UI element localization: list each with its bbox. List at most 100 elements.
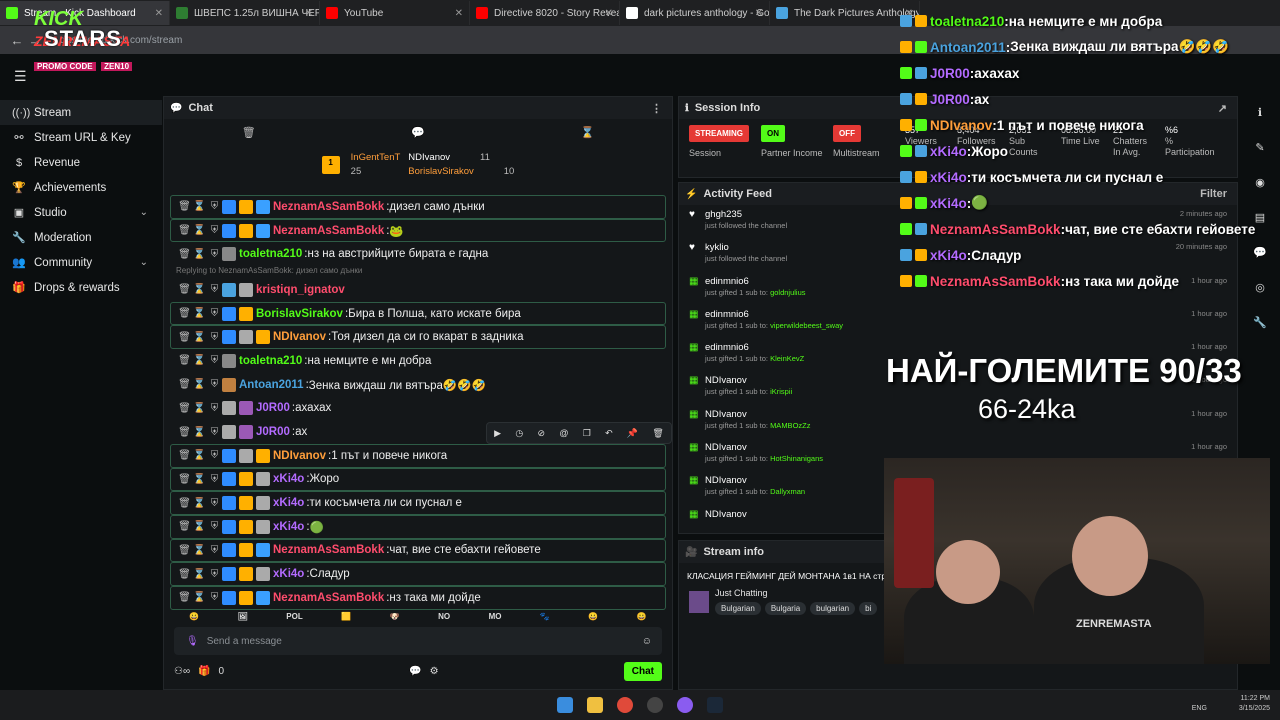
sidebar-item-stream[interactable]: ((·)) Stream: [0, 100, 162, 125]
hourglass-icon[interactable]: ⌛: [192, 450, 207, 461]
language-indicator[interactable]: ENG: [1192, 705, 1207, 712]
chrome-icon[interactable]: [617, 697, 633, 713]
hourglass-icon[interactable]: ⌛: [192, 225, 207, 236]
emoji-icon[interactable]: ☺: [642, 636, 652, 647]
hourglass-icon[interactable]: ⌛: [192, 498, 207, 509]
chat-username[interactable]: xKi4o: [273, 521, 304, 533]
trash-icon[interactable]: 🗑: [177, 379, 192, 390]
chat-username[interactable]: NDIvanov: [273, 331, 326, 343]
hourglass-icon[interactable]: ⌛: [192, 474, 207, 485]
menu-icon[interactable]: ☰: [14, 68, 27, 85]
chevron-down-icon[interactable]: ⌄: [140, 257, 148, 268]
trash-icon[interactable]: 🗑: [177, 427, 192, 438]
hourglass-icon[interactable]: ⌛: [192, 284, 207, 295]
shield-icon[interactable]: ⛨: [207, 545, 222, 556]
browser-tab[interactable]: YouTube ✕: [320, 1, 470, 25]
hourglass-icon[interactable]: ⌛: [581, 126, 595, 139]
chat-username[interactable]: Antoan2011: [239, 379, 304, 391]
shield-icon[interactable]: ⛨: [207, 592, 222, 603]
chat-username[interactable]: J0R00: [256, 426, 290, 438]
close-icon[interactable]: ✕: [305, 8, 313, 19]
close-icon[interactable]: ✕: [455, 8, 463, 19]
pin-icon[interactable]: 📌: [627, 428, 638, 439]
stream-tag[interactable]: bulgarian: [810, 602, 856, 615]
chat-message[interactable]: 🗑 ⌛ ⛨ NeznamAsSamBokk: чат, вие сте ебахти …: [170, 538, 666, 563]
chat-username[interactable]: BorislavSirakov: [256, 308, 343, 320]
chat-username[interactable]: NeznamAsSamBokk: [273, 225, 384, 237]
chat-username[interactable]: toaletna210: [239, 248, 302, 260]
users-icon[interactable]: ⚇∞: [174, 666, 190, 677]
stream-tag[interactable]: Bulgarian: [715, 602, 761, 615]
trash-icon[interactable]: 🗑: [177, 225, 192, 236]
chat-username[interactable]: xKi4o: [273, 473, 304, 485]
shield-icon[interactable]: ⛨: [207, 379, 222, 390]
shield-icon[interactable]: ⛨: [207, 284, 222, 295]
hourglass-icon[interactable]: ⌛: [192, 379, 207, 390]
chat-message[interactable]: 🗑 ⌛ ⛨ NeznamAsSamBokk: 🐸: [170, 218, 666, 243]
trash-icon[interactable]: 🗑: [177, 450, 192, 461]
emote[interactable]: NO: [438, 612, 450, 621]
shield-icon[interactable]: ⛨: [207, 569, 222, 580]
steam-icon[interactable]: [707, 697, 723, 713]
sidebar-item-community[interactable]: 👥 Community ⌄: [0, 250, 162, 275]
back-icon[interactable]: ←: [8, 33, 26, 48]
emote[interactable]: 😀: [637, 612, 647, 621]
hourglass-icon[interactable]: ⌛: [192, 249, 207, 260]
browser-tab[interactable]: The Dark Pictures Anthology ✕: [770, 1, 920, 25]
trash-icon[interactable]: 🗑: [177, 201, 192, 212]
chat-message[interactable]: 🗑 ⌛ ⛨ xKi4o: 🟢: [170, 514, 666, 539]
trash-icon[interactable]: 🗑: [177, 403, 192, 414]
speech-bubble-icon[interactable]: 💬: [411, 126, 425, 139]
chat-input[interactable]: 🎙 Send a message ☺: [174, 627, 662, 655]
clock-icon[interactable]: ◷: [515, 428, 523, 439]
browser-tab[interactable]: dark pictures anthology - Goog ✕: [620, 1, 770, 25]
emote[interactable]: 🟨: [341, 612, 351, 621]
slash-icon[interactable]: ⊘: [537, 428, 545, 439]
trash-icon[interactable]: 🗑: [242, 126, 256, 139]
more-options-icon[interactable]: ⋮: [651, 102, 662, 115]
shield-icon[interactable]: ⛨: [207, 225, 222, 236]
activity-item[interactable]: ▦ edinmnio6 just gifted 1 sub to: viperwil…: [679, 305, 1237, 338]
emote[interactable]: 🐾: [540, 612, 550, 621]
speech-icon[interactable]: 💬: [409, 666, 421, 677]
chat-message[interactable]: 🗑 ⌛ ⛨ J0R00: ахахах: [170, 397, 666, 421]
hourglass-icon[interactable]: ⌛: [192, 403, 207, 414]
shield-icon[interactable]: ⛨: [207, 498, 222, 509]
chat-message[interactable]: 🗑 ⌛ ⛨ Antoan2011: Зенка виждаш ли вятъра🤣🤣🤣: [170, 373, 666, 397]
trash-icon[interactable]: 🗑: [177, 498, 192, 509]
undo-icon[interactable]: ↶: [605, 428, 613, 439]
emote[interactable]: 🖼: [238, 612, 248, 621]
emote[interactable]: 😀: [189, 612, 199, 621]
emote[interactable]: POL: [286, 612, 302, 621]
emote[interactable]: 😀: [588, 612, 598, 621]
chat-username[interactable]: J0R00: [256, 402, 290, 414]
hourglass-icon[interactable]: ⌛: [192, 569, 207, 580]
trash-icon[interactable]: 🗑: [177, 308, 192, 319]
chat-username[interactable]: toaletna210: [239, 355, 302, 367]
sidebar-item-revenue[interactable]: $ Revenue: [0, 150, 162, 175]
chat-message[interactable]: 🗑 ⌛ ⛨ toaletna210: на немците е мн добра: [170, 349, 666, 373]
hourglass-icon[interactable]: ⌛: [192, 308, 207, 319]
shield-icon[interactable]: ⛨: [207, 403, 222, 414]
at-icon[interactable]: @: [559, 428, 568, 438]
chat-send-button[interactable]: Chat: [623, 661, 662, 681]
trash-icon[interactable]: 🗑: [177, 521, 192, 532]
settings-icon[interactable]: ⚙: [430, 666, 439, 677]
shield-icon[interactable]: ⛨: [207, 355, 222, 366]
hourglass-icon[interactable]: ⌛: [192, 521, 207, 532]
chat-message[interactable]: 🗑 ⌛ ⛨ kristiqn_ignatov: [170, 278, 666, 302]
chat-username[interactable]: xKi4o: [273, 497, 304, 509]
chat-message[interactable]: 🗑 ⌛ ⛨ NDIvanov: 1 път и повече никога: [170, 443, 666, 468]
wrench-icon[interactable]: 🔧: [1253, 316, 1267, 329]
trash-icon[interactable]: 🗑: [177, 474, 192, 485]
chat-message[interactable]: 🗑 ⌛ ⛨ NDIvanov: Тоя дизел да си го вкарат в…: [170, 325, 666, 350]
chat-message[interactable]: 🗑 ⌛ ⛨ BorislavSirakov: Бира в Полша, като и…: [170, 301, 666, 326]
discord-icon[interactable]: [677, 697, 693, 713]
close-icon[interactable]: ✕: [755, 8, 763, 19]
sidebar-item-moderation[interactable]: 🔧 Moderation: [0, 225, 162, 250]
chat-message[interactable]: 🗑 ⌛ ⛨ xKi4o: ти косъмчета ли си пуснал е: [170, 491, 666, 515]
hourglass-icon[interactable]: ⌛: [192, 332, 207, 343]
browser-tab[interactable]: Directive 8020 - Story Reveal Tr✕: [470, 1, 620, 25]
sidebar-item-drops-rewards[interactable]: 🎁 Drops & rewards: [0, 275, 162, 300]
chat-username[interactable]: NeznamAsSamBokk: [273, 201, 384, 213]
